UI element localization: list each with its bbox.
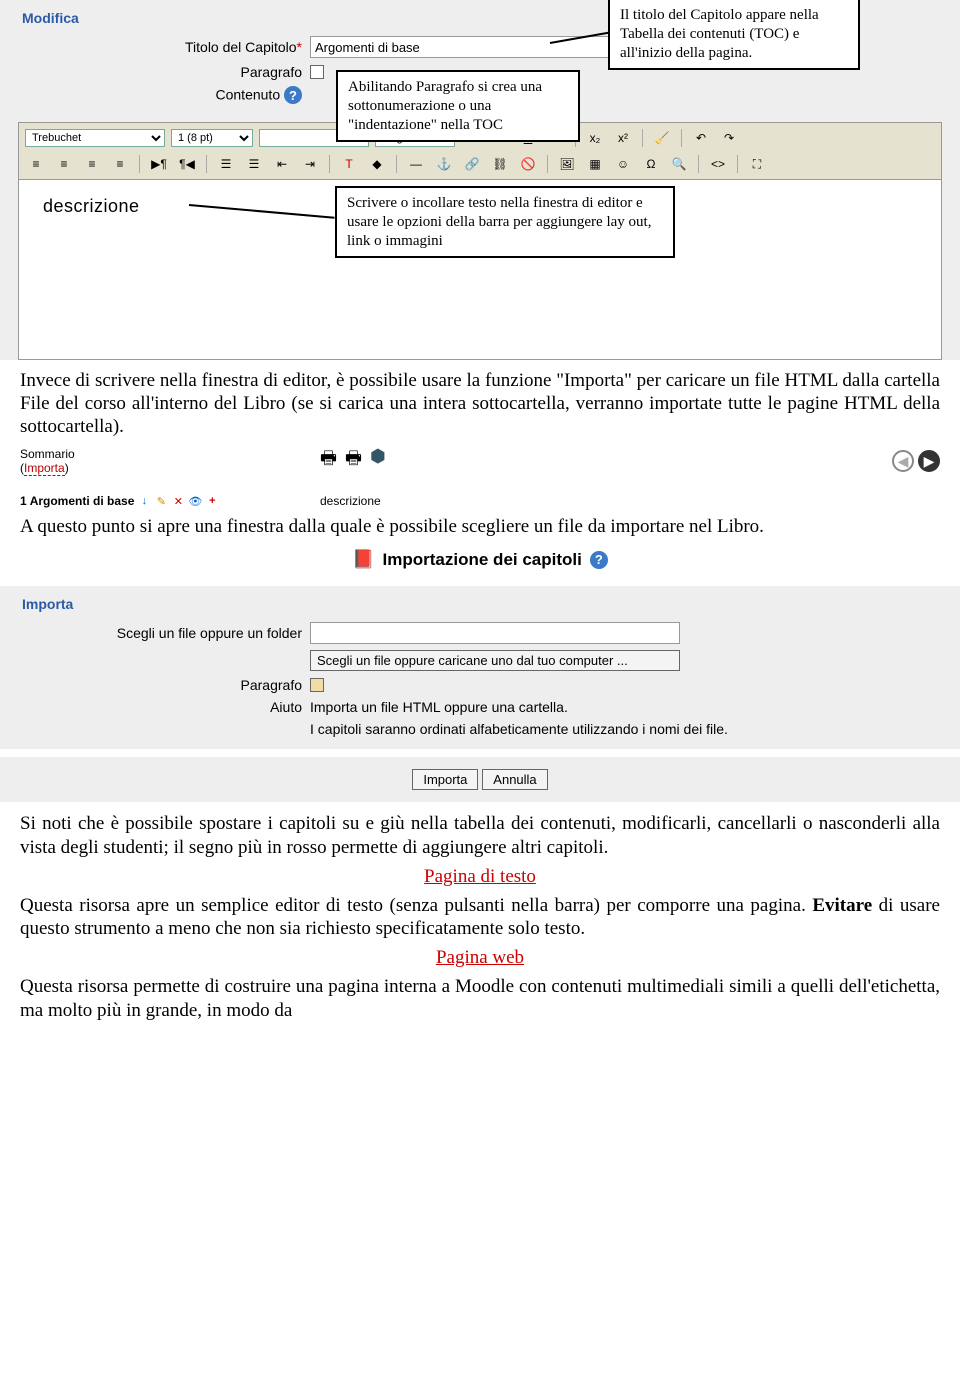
align-left-button[interactable]: ≡ [25,153,47,175]
importa-button[interactable]: Importa [412,769,478,790]
align-justify-button[interactable]: ≡ [109,153,131,175]
item-number: 1 [20,494,27,508]
ordered-list-button[interactable]: ☰ [215,153,237,175]
editor-content: descrizione [43,196,140,216]
align-right-button[interactable]: ≡ [81,153,103,175]
smiley-button[interactable]: ☺ [612,153,634,175]
table-button[interactable]: ▦ [584,153,606,175]
find-button[interactable]: 🔍 [668,153,690,175]
next-arrow-button[interactable]: ▶ [918,450,940,472]
book-icon: 📕 [352,549,374,570]
align-center-button[interactable]: ≡ [53,153,75,175]
aiuto-text-1: Importa un file HTML oppure una cartella… [310,699,728,715]
size-select[interactable]: 1 (8 pt) [171,129,253,147]
import-paragrafo-checkbox[interactable] [310,678,324,692]
body-paragraph-1: Invece di scrivere nella finestra di edi… [0,366,960,442]
ltr-button[interactable]: ▶¶ [148,153,170,175]
unlink-button[interactable]: ⛓ [489,153,511,175]
redo-button[interactable]: ↷ [718,127,740,149]
import-title: Importazione dei capitoli [383,550,582,570]
nolink-button[interactable]: 🚫 [517,153,539,175]
body-paragraph-2: A questo punto si apre una finestra dall… [0,512,960,543]
paragrafo-label: Paragrafo [10,64,310,80]
import-paragrafo-label: Paragrafo [10,677,310,693]
item-title: Argomenti di base [30,494,135,508]
callout-line-3 [189,204,335,219]
aiuto-text-2: I capitoli saranno ordinati alfabeticame… [310,721,728,737]
unordered-list-button[interactable]: ☰ [243,153,265,175]
callout-editor: Scrivere o incollare testo nella finestr… [335,186,675,258]
link-button[interactable]: 🔗 [461,153,483,175]
import-header: Importa [10,592,950,616]
file-label: Scegli un file oppure un folder [10,625,310,641]
body-paragraph-5: Questa risorsa permette di costruire una… [0,971,960,1027]
print-icon[interactable]: 🖶 [320,446,337,476]
help-icon[interactable]: ? [284,86,302,104]
undo-button[interactable]: ↶ [690,127,712,149]
heading-pagina-web: Pagina web [0,947,960,969]
superscript-button[interactable]: x² [612,127,634,149]
book-settings-icon[interactable]: ⬢ [370,446,386,476]
body-paragraph-3: Si noti che è possibile spostare i capit… [0,808,960,864]
callout-title: Il titolo del Capitolo appare nella Tabe… [608,0,860,70]
prev-arrow-button[interactable]: ◀ [892,450,914,472]
outdent-button[interactable]: ⇤ [271,153,293,175]
indent-button[interactable]: ⇥ [299,153,321,175]
sommario-label: Sommario [20,447,320,461]
paragrafo-checkbox[interactable] [310,65,324,79]
clean-button[interactable]: 🧹 [651,127,673,149]
fullscreen-button[interactable]: ⛶ [746,153,768,175]
summary-bar: Sommario (Importa) 🖶 🖶 ⬢ ◀ ▶ 1 Argomenti… [0,442,960,512]
editor-textarea[interactable]: descrizione Scrivere o incollare testo n… [18,180,942,360]
print-chapter-icon[interactable]: 🖶 [345,446,362,476]
edit-icon[interactable]: ✎ [154,494,168,508]
delete-icon[interactable]: ✕ [171,494,185,508]
contenuto-label: Contenuto ? [10,86,310,104]
rtl-button[interactable]: ¶◀ [176,153,198,175]
source-button[interactable]: <> [707,153,729,175]
image-button[interactable]: 🖼 [556,153,578,175]
item-desc: descrizione [320,494,381,508]
callout-paragrafo: Abilitando Paragrafo si crea una sottonu… [336,70,580,142]
heading-pagina-testo: Pagina di testo [0,866,960,888]
annulla-button[interactable]: Annulla [482,769,547,790]
import-help-icon[interactable]: ? [590,551,608,569]
move-down-icon[interactable]: ↓ [137,494,151,508]
bg-color-button[interactable]: ◆ [366,153,388,175]
importa-link[interactable]: Importa [24,461,65,476]
titolo-label: Titolo del Capitolo* [10,39,310,55]
text-color-button[interactable]: T [338,153,360,175]
aiuto-label: Aiuto [10,699,310,715]
char-button[interactable]: Ω [640,153,662,175]
hr-button[interactable]: — [405,153,427,175]
anchor-button[interactable]: ⚓ [433,153,455,175]
import-title-row: 📕 Importazione dei capitoli ? [0,543,960,576]
subscript-button[interactable]: x₂ [584,127,606,149]
choose-file-button[interactable]: Scegli un file oppure caricane uno dal t… [310,650,680,671]
font-select[interactable]: Trebuchet [25,129,165,147]
body-paragraph-4: Questa risorsa apre un semplice editor d… [0,890,960,946]
add-icon[interactable]: + [205,494,219,508]
file-input[interactable] [310,622,680,644]
hide-icon[interactable]: 👁 [188,494,202,508]
